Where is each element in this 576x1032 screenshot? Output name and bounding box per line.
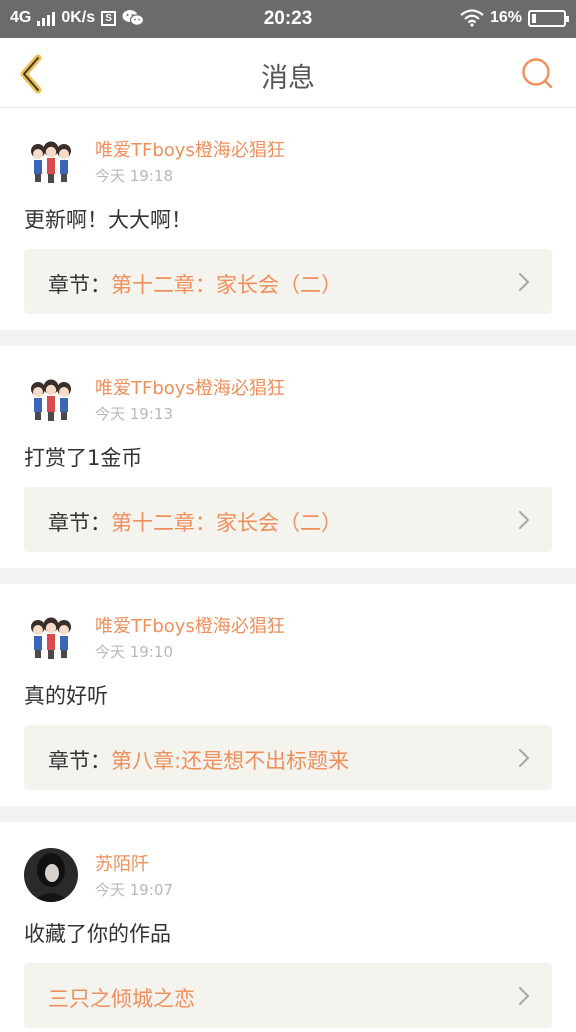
message-time: 今天 19:07 — [95, 881, 173, 899]
message-text: 更新啊！大大啊！ — [24, 208, 192, 232]
message-list: 唯爱TFboys橙海必猖狂 今天 19:18 更新啊！大大啊！ 章节：第十二章：… — [0, 108, 576, 1032]
work-reference: 三只之倾城之恋 — [48, 983, 195, 1013]
status-right: 16% — [460, 9, 569, 27]
chapter-reference: 章节：第十二章：家长会（二） — [48, 507, 342, 537]
card-divider — [0, 806, 576, 822]
page-title: 消息 — [261, 63, 315, 94]
message-card: 苏陌阡 今天 19:07 收藏了你的作品 三只之倾城之恋 — [0, 822, 576, 1032]
status-bar: 4G 0K/s S 20:23 16% — [0, 0, 576, 38]
avatar[interactable] — [24, 610, 78, 664]
chapter-reference: 章节：第八章:还是想不出标题来 — [48, 745, 349, 775]
sender-name[interactable]: 苏陌阡 — [95, 850, 149, 876]
avatar[interactable] — [24, 848, 78, 902]
chapter-title: 第十二章：家长会（二） — [111, 511, 342, 535]
chapter-reference: 章节：第十二章：家长会（二） — [48, 269, 342, 299]
message-text: 真的好听 — [24, 684, 108, 708]
message-card: 唯爱TFboys橙海必猖狂 今天 19:13 打赏了1金币 章节：第十二章：家长… — [0, 346, 576, 568]
work-link[interactable]: 三只之倾城之恋 — [24, 963, 552, 1028]
chapter-link[interactable]: 章节：第十二章：家长会（二） — [24, 487, 552, 552]
message-text: 收藏了你的作品 — [24, 922, 171, 946]
sender-name[interactable]: 唯爱TFboys橙海必猖狂 — [95, 136, 285, 162]
work-title: 三只之倾城之恋 — [48, 987, 195, 1011]
chevron-right-icon — [518, 510, 530, 530]
search-icon[interactable] — [520, 56, 554, 90]
chevron-right-icon — [518, 986, 530, 1006]
message-time: 今天 19:18 — [95, 167, 173, 185]
chapter-link[interactable]: 章节：第八章:还是想不出标题来 — [24, 725, 552, 790]
avatar[interactable] — [24, 134, 78, 188]
battery-percent: 16% — [489, 9, 522, 26]
sender-name[interactable]: 唯爱TFboys橙海必猖狂 — [95, 612, 285, 638]
chevron-right-icon — [518, 748, 530, 768]
battery-icon — [528, 9, 569, 27]
message-time: 今天 19:13 — [95, 405, 173, 423]
chapter-title: 第十二章：家长会（二） — [111, 273, 342, 297]
header-bar: 消息 — [0, 38, 576, 108]
chevron-right-icon — [518, 272, 530, 292]
chapter-link[interactable]: 章节：第十二章：家长会（二） — [24, 249, 552, 314]
sender-name[interactable]: 唯爱TFboys橙海必猖狂 — [95, 374, 285, 400]
chapter-title: 第八章:还是想不出标题来 — [111, 749, 350, 773]
wifi-icon — [460, 9, 484, 27]
chapter-label: 章节： — [48, 749, 111, 773]
chapter-label: 章节： — [48, 511, 111, 535]
avatar[interactable] — [24, 372, 78, 426]
chapter-label: 章节： — [48, 273, 111, 297]
message-time: 今天 19:10 — [95, 643, 173, 661]
message-card: 唯爱TFboys橙海必猖狂 今天 19:18 更新啊！大大啊！ 章节：第十二章：… — [0, 108, 576, 330]
card-divider — [0, 330, 576, 346]
message-text: 打赏了1金币 — [24, 446, 143, 470]
card-divider — [0, 568, 576, 584]
message-card: 唯爱TFboys橙海必猖狂 今天 19:10 真的好听 章节：第八章:还是想不出… — [0, 584, 576, 806]
